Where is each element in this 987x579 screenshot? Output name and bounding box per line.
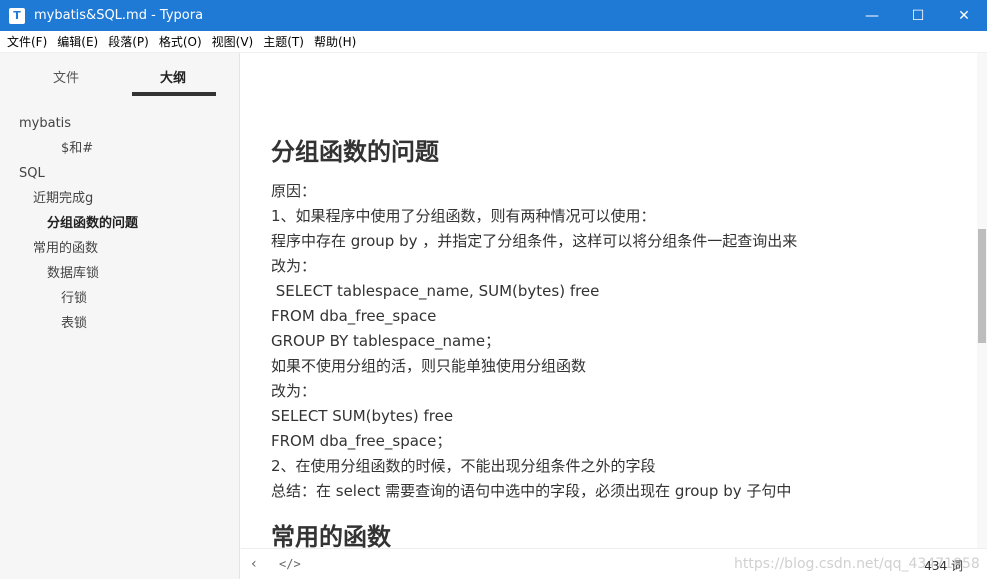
- menu-file[interactable]: 文件(F): [2, 33, 52, 50]
- menu-theme[interactable]: 主题(T): [258, 33, 309, 50]
- minimize-button[interactable]: —: [849, 0, 895, 31]
- outline-item[interactable]: 行锁: [0, 286, 239, 311]
- editor-scrollbar[interactable]: [977, 53, 987, 548]
- typora-app-icon: T: [9, 7, 25, 24]
- paragraph-line: GROUP BY tablespace_name；: [271, 332, 501, 350]
- outline-item[interactable]: $和#: [0, 136, 239, 161]
- section-heading: 分组函数的问题: [271, 138, 439, 166]
- paragraph-line: SELECT SUM(bytes) free: [271, 407, 454, 425]
- paragraph-line: 1、如果程序中使用了分组函数，则有两种情况可以使用：: [271, 207, 656, 225]
- outline-list: mybatis $和# SQL 近期完成g 分组函数的问题 常用的函数 数据库锁 行锁 表锁: [0, 111, 239, 336]
- menu-edit[interactable]: 编辑(E): [52, 33, 103, 50]
- close-button[interactable]: ✕: [941, 0, 987, 31]
- paragraph-line: FROM dba_free_space: [271, 307, 437, 325]
- paragraph-line: 改为：: [271, 382, 317, 400]
- word-count[interactable]: 434 词: [924, 557, 963, 574]
- outline-item[interactable]: mybatis: [0, 111, 239, 136]
- sidebar: 文件 大纲 mybatis $和# SQL 近期完成g 分组函数的问题 常用的函数 数据库锁…: [0, 53, 240, 579]
- outline-item[interactable]: SQL: [0, 161, 239, 186]
- paragraph-line: 改为：: [271, 257, 317, 275]
- tab-files[interactable]: 文件: [53, 67, 79, 86]
- document-content: 分组函数的问题 原因： 1、如果程序中使用了分组函数，则有两种情况可以使用： 程序中…: [271, 133, 951, 548]
- scrollbar-thumb[interactable]: [978, 229, 986, 343]
- paragraph-line: FROM dba_free_space；: [271, 432, 452, 450]
- editor-pane[interactable]: 分组函数的问题 原因： 1、如果程序中使用了分组函数，则有两种情况可以使用： 程序中…: [241, 53, 977, 548]
- outline-item[interactable]: 数据库锁: [0, 261, 239, 286]
- paragraph-line: 2、在使用分组函数的时候，不能出现分组条件之外的字段: [271, 457, 656, 475]
- paragraph-line: 原因：: [271, 182, 317, 200]
- menu-bar: 文件(F) 编辑(E) 段落(P) 格式(O) 视图(V) 主题(T) 帮助(H…: [0, 31, 987, 53]
- menu-paragraph[interactable]: 段落(P): [103, 33, 154, 50]
- outline-item[interactable]: 表锁: [0, 311, 239, 336]
- paragraph-line: 总结：在 select 需要查询的语句中选中的字段，必须出现在 group by…: [271, 482, 792, 500]
- outline-item[interactable]: 分组函数的问题: [0, 211, 239, 236]
- tab-outline[interactable]: 大纲: [160, 67, 186, 86]
- paragraph-line: 如果不使用分组的活，则只能单独使用分组函数: [271, 357, 587, 375]
- menu-help[interactable]: 帮助(H): [309, 33, 361, 50]
- menu-format[interactable]: 格式(O): [154, 33, 207, 50]
- title-bar: T mybatis&SQL.md - Typora — ☐ ✕: [0, 0, 987, 31]
- status-bar: ‹ </> https://blog.csdn.net/qq_43471858 …: [241, 548, 987, 579]
- outline-item[interactable]: 近期完成g: [0, 186, 239, 211]
- window-title: mybatis&SQL.md - Typora: [34, 8, 204, 23]
- next-section-heading: 常用的函数: [271, 523, 391, 548]
- sidebar-tabs: 文件 大纲: [0, 53, 239, 97]
- active-tab-indicator: [132, 92, 216, 96]
- document-paragraphs: 原因： 1、如果程序中使用了分组函数，则有两种情况可以使用： 程序中存在 group…: [271, 179, 951, 504]
- paragraph-line: SELECT tablespace_name, SUM(bytes) free: [271, 282, 600, 300]
- outline-item[interactable]: 常用的函数: [0, 236, 239, 261]
- paragraph-line: 程序中存在 group by ，并指定了分组条件，这样可以将分组条件一起查询出来: [271, 232, 798, 250]
- source-code-toggle-icon[interactable]: </>: [279, 557, 301, 571]
- back-chevron-icon[interactable]: ‹: [251, 556, 257, 572]
- maximize-button[interactable]: ☐: [895, 0, 941, 31]
- window-controls: — ☐ ✕: [849, 0, 987, 31]
- menu-view[interactable]: 视图(V): [207, 33, 259, 50]
